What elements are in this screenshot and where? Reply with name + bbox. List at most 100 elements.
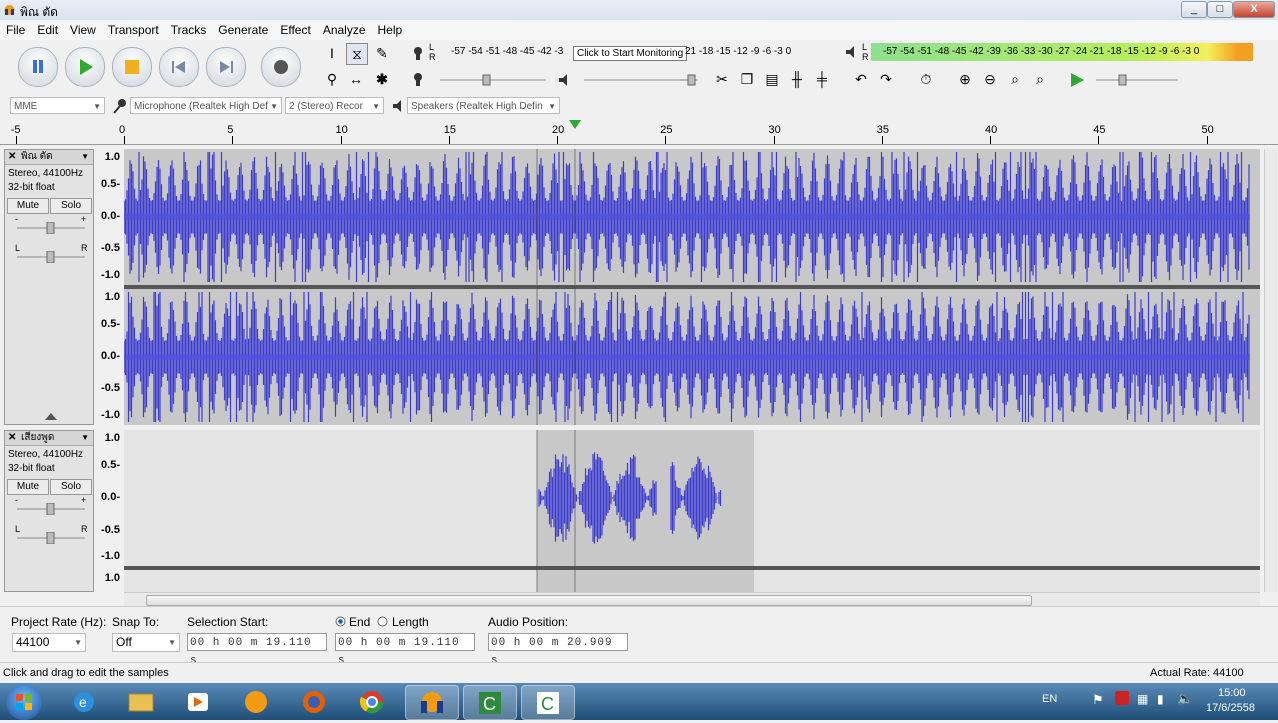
pause-button[interactable] xyxy=(18,47,58,87)
taskbar-ie[interactable]: e xyxy=(58,685,110,718)
playhead-marker-icon xyxy=(569,120,581,129)
waveform-track-2[interactable] xyxy=(124,430,1260,592)
copy-icon[interactable]: ❐ xyxy=(737,69,757,89)
length-radio-label[interactable]: Length xyxy=(392,615,429,629)
menu-transport[interactable]: Transport xyxy=(102,20,165,40)
ruler-tick-label: 20 xyxy=(552,124,565,136)
sync-lock-icon[interactable]: ⏱ xyxy=(916,69,936,89)
multi-tool-icon[interactable]: ✱ xyxy=(372,69,392,89)
audio-host-select[interactable]: MME ▼ xyxy=(10,97,105,114)
volume-icon[interactable]: 🔈 xyxy=(1177,691,1193,707)
play-at-speed-button[interactable] xyxy=(1069,72,1085,91)
clock-date[interactable]: 17/6/2558 xyxy=(1206,702,1255,714)
play-button[interactable] xyxy=(65,47,105,87)
play-speed-slider[interactable] xyxy=(1094,72,1180,86)
maximize-button[interactable]: □ xyxy=(1207,1,1233,18)
signal-icon[interactable]: ▮ xyxy=(1157,692,1164,706)
zoom-in-icon[interactable]: ⊕ xyxy=(955,69,975,89)
selection-end-field[interactable]: 00 h 00 m 19.110 s xyxy=(335,633,475,667)
close-track-icon[interactable]: ✕ xyxy=(8,431,16,445)
stop-button[interactable] xyxy=(112,47,152,87)
taskbar-camtasia[interactable]: C xyxy=(463,685,517,720)
output-volume-slider[interactable] xyxy=(582,72,700,86)
clock-time[interactable]: 15:00 xyxy=(1218,687,1246,699)
paste-icon[interactable]: ▤ xyxy=(762,69,782,89)
vertical-scrollbar[interactable] xyxy=(1264,149,1277,592)
mute-button[interactable]: Mute xyxy=(7,198,49,214)
pan-slider[interactable] xyxy=(15,531,87,545)
fit-project-icon[interactable]: ⌕ xyxy=(1030,69,1050,89)
undo-icon[interactable]: ↶ xyxy=(851,69,871,89)
taskbar-explorer[interactable] xyxy=(115,685,167,718)
project-rate-select[interactable]: 44100 ▼ xyxy=(12,633,86,652)
scrollbar-thumb[interactable] xyxy=(146,595,1032,606)
mute-button[interactable]: Mute xyxy=(7,479,49,495)
chevron-down-icon[interactable]: ▼ xyxy=(81,150,89,164)
collapse-track-icon[interactable] xyxy=(45,412,57,420)
audio-position-field[interactable]: 00 h 00 m 20.909 s xyxy=(488,633,628,667)
skip-end-button[interactable] xyxy=(206,47,246,87)
timeline-ruler[interactable]: -5 0 5 10 15 20 25 30 35 40 45 50 xyxy=(0,120,1278,145)
start-button[interactable] xyxy=(6,684,42,720)
gain-slider[interactable] xyxy=(15,221,87,235)
playback-device-select[interactable]: Speakers (Realtek High Defin ▼ xyxy=(407,97,560,114)
minimize-button[interactable]: _ xyxy=(1181,1,1207,18)
flag-icon[interactable]: ⚑ xyxy=(1092,692,1104,708)
track-control-panel[interactable]: ✕ เสียงพูด ▼ Stereo, 44100Hz 32-bit floa… xyxy=(4,430,94,592)
envelope-tool-icon[interactable]: ⧖ xyxy=(346,43,368,65)
menu-file[interactable]: File xyxy=(0,20,31,40)
taskbar-camtasia-2[interactable]: C xyxy=(521,685,575,720)
skip-start-button[interactable] xyxy=(159,47,199,87)
menu-generate[interactable]: Generate xyxy=(212,20,274,40)
record-meter-scale-tail[interactable]: 21 -18 -15 -12 -9 -6 -3 0 xyxy=(685,45,791,59)
network-icon[interactable]: ▦ xyxy=(1137,692,1148,706)
play-meter-r-label: R xyxy=(862,52,869,62)
taskbar-chrome[interactable] xyxy=(346,685,398,718)
end-radio-icon[interactable] xyxy=(335,616,346,627)
selection-start-field[interactable]: 00 h 00 m 19.110 s xyxy=(187,633,327,667)
taskbar-media[interactable] xyxy=(172,685,224,718)
close-button[interactable]: X xyxy=(1233,1,1275,18)
draw-tool-icon[interactable]: ✎ xyxy=(372,43,392,63)
track-name-bar[interactable]: ✕ พิณ ตัด ▼ xyxy=(5,150,93,165)
zoom-tool-icon[interactable]: ⚲ xyxy=(322,69,342,89)
record-button[interactable] xyxy=(261,47,301,87)
snap-to-select[interactable]: Off ▼ xyxy=(112,633,180,652)
horizontal-scrollbar[interactable] xyxy=(124,592,1260,607)
gain-slider[interactable] xyxy=(15,502,87,516)
record-meter-scale[interactable]: -57 -54 -51 -48 -45 -42 -3 xyxy=(451,45,563,59)
menu-analyze[interactable]: Analyze xyxy=(317,20,372,40)
close-track-icon[interactable]: ✕ xyxy=(8,150,16,164)
solo-button[interactable]: Solo xyxy=(50,198,92,214)
selection-tool-icon[interactable]: I xyxy=(322,43,342,63)
menu-view[interactable]: View xyxy=(64,20,102,40)
antivirus-icon[interactable] xyxy=(1115,691,1129,705)
language-indicator[interactable]: EN xyxy=(1042,693,1057,705)
waveform-track-1[interactable] xyxy=(124,149,1260,425)
chevron-down-icon[interactable]: ▼ xyxy=(81,431,89,445)
recording-device-select[interactable]: Microphone (Realtek High Def ▼ xyxy=(130,97,282,114)
taskbar-audacity[interactable] xyxy=(405,685,459,720)
menu-help[interactable]: Help xyxy=(372,20,409,40)
trim-icon[interactable]: ╫ xyxy=(787,69,807,89)
silence-icon[interactable]: ╪ xyxy=(812,69,832,89)
length-radio-icon[interactable] xyxy=(377,616,388,627)
recording-channels-select[interactable]: 2 (Stereo) Recor ▼ xyxy=(285,97,384,114)
taskbar-app[interactable] xyxy=(230,685,282,718)
taskbar-firefox[interactable] xyxy=(288,685,340,718)
cut-icon[interactable]: ✂ xyxy=(712,69,732,89)
timeshift-tool-icon[interactable]: ↔ xyxy=(346,69,366,89)
input-volume-slider[interactable] xyxy=(438,72,548,86)
solo-button[interactable]: Solo xyxy=(50,479,92,495)
menu-tracks[interactable]: Tracks xyxy=(165,20,213,40)
audio-clip[interactable] xyxy=(537,570,754,592)
menu-edit[interactable]: Edit xyxy=(31,20,64,40)
track-name-bar[interactable]: ✕ เสียงพูด ▼ xyxy=(5,431,93,446)
menu-effect[interactable]: Effect xyxy=(274,20,316,40)
end-radio-label[interactable]: End xyxy=(349,615,370,629)
track-control-panel[interactable]: ✕ พิณ ตัด ▼ Stereo, 44100Hz 32-bit float… xyxy=(4,149,94,425)
zoom-out-icon[interactable]: ⊖ xyxy=(980,69,1000,89)
redo-icon[interactable]: ↷ xyxy=(876,69,896,89)
fit-selection-icon[interactable]: ⌕ xyxy=(1005,69,1025,89)
pan-slider[interactable] xyxy=(15,250,87,264)
